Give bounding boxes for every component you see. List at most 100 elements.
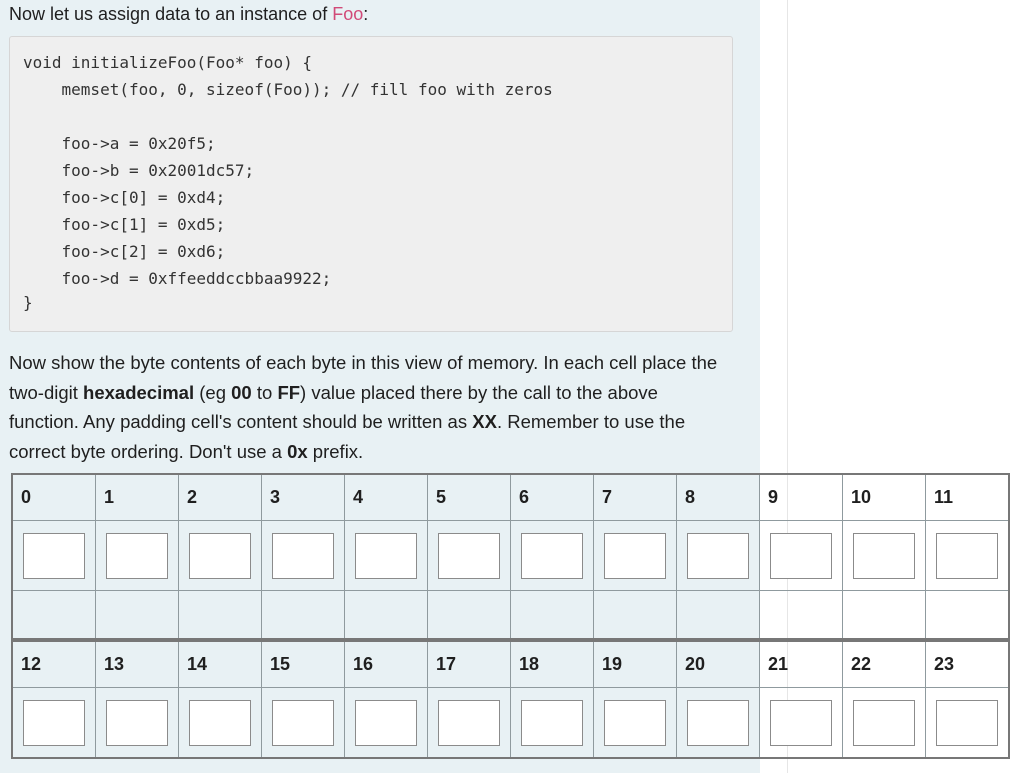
byte-index-label: 4 [344, 473, 428, 521]
table-row [11, 520, 1010, 591]
byte-cell [759, 520, 843, 591]
byte-cell [261, 520, 345, 591]
byte-input-12[interactable] [23, 699, 85, 746]
byte-index-label: 2 [178, 473, 262, 521]
instructions-text: Now show the byte contents of each byte … [9, 348, 724, 466]
table-row: 12 13 14 15 16 17 18 19 20 21 22 23 [11, 638, 1010, 688]
instr-bold: FF [277, 381, 301, 403]
type-name: Foo [332, 4, 364, 24]
byte-input-19[interactable] [604, 699, 666, 746]
byte-input-9[interactable] [770, 532, 832, 579]
byte-index-label: 6 [510, 473, 594, 521]
instr-part: (eg [194, 381, 232, 403]
empty-cell [344, 590, 428, 641]
byte-index-label: 12 [11, 638, 96, 688]
byte-cell [842, 520, 926, 591]
byte-input-22[interactable] [853, 699, 915, 746]
byte-input-6[interactable] [521, 532, 583, 579]
byte-index-label: 18 [510, 638, 594, 688]
byte-cell [593, 687, 677, 759]
byte-index-label: 11 [925, 473, 1010, 521]
intro-suffix: : [363, 4, 369, 24]
byte-input-17[interactable] [438, 699, 500, 746]
code-block: void initializeFoo(Foo* foo) { memset(fo… [9, 36, 733, 332]
byte-input-10[interactable] [853, 532, 915, 579]
empty-cell [842, 590, 926, 641]
byte-input-4[interactable] [355, 532, 417, 579]
byte-index-label: 1 [95, 473, 179, 521]
byte-index-label: 17 [427, 638, 511, 688]
instr-part: to [251, 381, 278, 403]
byte-input-11[interactable] [936, 532, 998, 579]
byte-index-label: 15 [261, 638, 345, 688]
byte-input-23[interactable] [936, 699, 998, 746]
code-line: foo->a = 0x20f5; [23, 134, 216, 153]
instr-bold: 0x [287, 440, 308, 462]
byte-cell [95, 687, 179, 759]
byte-cell [95, 520, 179, 591]
empty-cell [427, 590, 511, 641]
code-line: foo->b = 0x2001dc57; [23, 161, 255, 180]
code-line: foo->c[1] = 0xd5; [23, 215, 226, 234]
code-line: foo->c[0] = 0xd4; [23, 188, 226, 207]
byte-input-14[interactable] [189, 699, 251, 746]
byte-cell [427, 520, 511, 591]
empty-cell [676, 590, 760, 641]
byte-input-16[interactable] [355, 699, 417, 746]
instr-bold: XX [472, 411, 497, 432]
byte-input-0[interactable] [23, 532, 85, 579]
empty-cell [11, 590, 96, 641]
intro-label: Now let us assign data to an instance of [9, 4, 333, 24]
byte-index-label: 8 [676, 473, 760, 521]
byte-index-label: 23 [925, 638, 1010, 688]
empty-cell [925, 590, 1010, 641]
byte-input-2[interactable] [189, 532, 251, 579]
byte-cell [925, 687, 1010, 759]
byte-cell [676, 520, 760, 591]
byte-index-label: 20 [676, 638, 760, 688]
byte-cell [925, 520, 1010, 591]
byte-input-5[interactable] [438, 532, 500, 579]
empty-cell [593, 590, 677, 641]
empty-cell [510, 590, 594, 641]
byte-cell [427, 687, 511, 759]
byte-cell [344, 520, 428, 591]
table-row [11, 590, 1010, 641]
byte-index-label: 5 [427, 473, 511, 521]
byte-cell [676, 687, 760, 759]
byte-input-20[interactable] [687, 699, 749, 746]
byte-index-label: 0 [11, 473, 96, 521]
byte-cell [510, 687, 594, 759]
byte-input-7[interactable] [604, 532, 666, 579]
code-line: } [23, 293, 33, 312]
code-line: foo->d = 0xffeeddccbbaa9922; [23, 269, 332, 288]
empty-cell [95, 590, 179, 641]
byte-index-label: 19 [593, 638, 677, 688]
byte-cell [178, 520, 262, 591]
code-line: void initializeFoo(Foo* foo) { [23, 53, 312, 72]
byte-input-13[interactable] [106, 699, 168, 746]
byte-index-label: 3 [261, 473, 345, 521]
byte-input-21[interactable] [770, 699, 832, 746]
table-row: 0 1 2 3 4 5 6 7 8 9 10 11 [11, 473, 1010, 521]
byte-cell [178, 687, 262, 759]
byte-cell [593, 520, 677, 591]
byte-index-label: 16 [344, 638, 428, 688]
byte-index-label: 14 [178, 638, 262, 688]
byte-index-label: 13 [95, 638, 179, 688]
byte-cell [261, 687, 345, 759]
byte-cell [11, 520, 96, 591]
byte-index-label: 22 [842, 638, 926, 688]
byte-index-label: 9 [759, 473, 843, 521]
byte-input-18[interactable] [521, 699, 583, 746]
code-line: foo->c[2] = 0xd6; [23, 242, 226, 261]
instr-bold: 00 [231, 381, 252, 403]
byte-cell [11, 687, 96, 759]
byte-input-15[interactable] [272, 699, 334, 746]
table-row [11, 687, 1010, 759]
byte-input-3[interactable] [272, 532, 334, 579]
byte-input-1[interactable] [106, 532, 168, 579]
byte-cell [842, 687, 926, 759]
byte-input-8[interactable] [687, 532, 749, 579]
byte-index-label: 10 [842, 473, 926, 521]
